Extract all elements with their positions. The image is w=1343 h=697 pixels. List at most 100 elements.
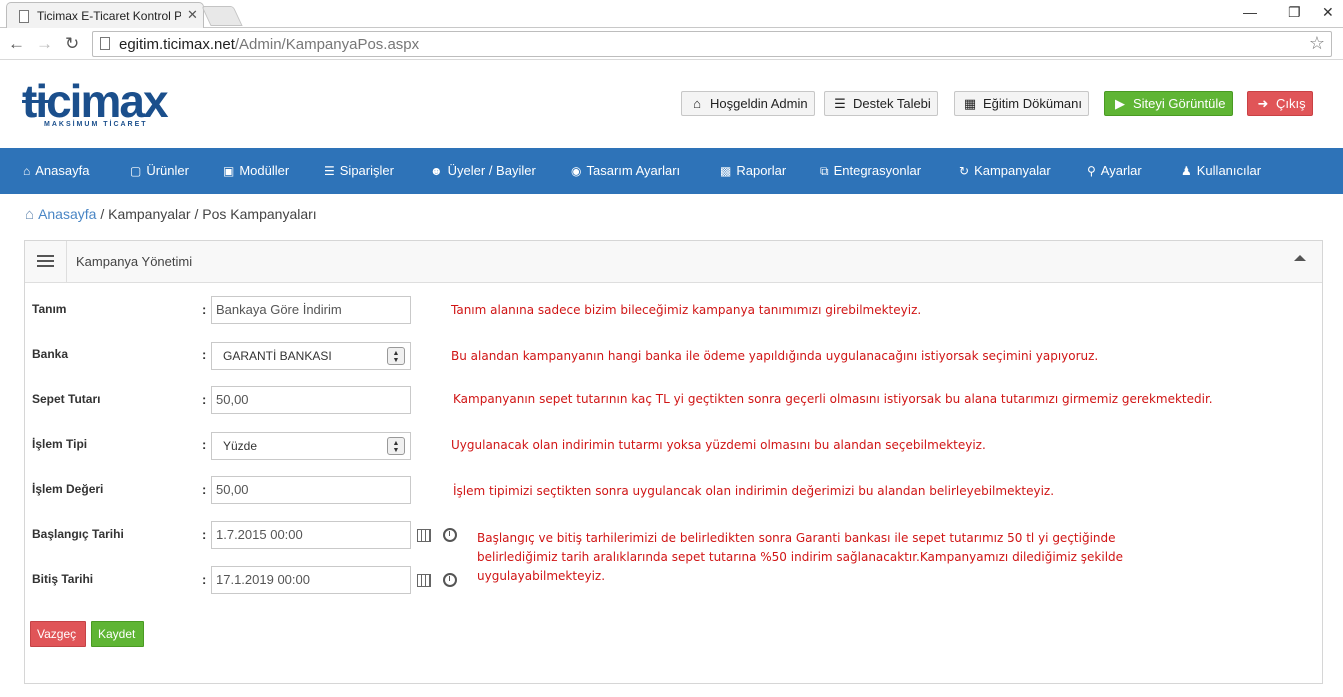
copy-icon: ⧉ bbox=[820, 164, 829, 178]
panel-title: Kampanya Yönetimi bbox=[76, 254, 193, 269]
user-icon: ♟ bbox=[1181, 164, 1192, 178]
close-window-icon[interactable]: ✕ bbox=[1322, 4, 1334, 21]
breadcrumb-separator: / bbox=[100, 206, 105, 222]
tanim-label: Tanım bbox=[32, 302, 67, 316]
minimize-icon[interactable]: — bbox=[1243, 4, 1257, 20]
nav-item-raporlar[interactable]: ▩ Raporlar bbox=[720, 163, 786, 178]
nav-item-anasayfa[interactable]: ⌂ Anasayfa bbox=[23, 163, 89, 178]
breadcrumb-separator: / bbox=[194, 206, 199, 222]
nav-item-siparisler[interactable]: ☰ Siparişler bbox=[324, 163, 394, 178]
logout-button[interactable]: ➜ Çıkış bbox=[1247, 91, 1313, 116]
reload-icon[interactable]: ↻ bbox=[65, 34, 79, 54]
nav-item-tasarim[interactable]: ◉ Tasarım Ayarları bbox=[571, 163, 680, 178]
site-header: ticimax MAKSİMUM TİCARET ⌂ Hoşgeldin Admi… bbox=[0, 61, 1343, 148]
breadcrumb: ⌂ Anasayfa / Kampanyalar / Pos Kampanyala… bbox=[25, 206, 317, 223]
stack-icon: ☰ bbox=[834, 96, 846, 111]
nav-item-entegrasyonlar[interactable]: ⧉ Entegrasyonlar bbox=[820, 163, 921, 179]
colon: : bbox=[202, 482, 207, 497]
clock-icon[interactable] bbox=[443, 573, 457, 587]
colon: : bbox=[202, 572, 207, 587]
clock-icon[interactable] bbox=[443, 528, 457, 542]
islem-degeri-input[interactable]: 50,00 bbox=[211, 476, 411, 504]
restore-icon[interactable]: ❐ bbox=[1288, 4, 1301, 21]
refresh-icon: ↻ bbox=[959, 164, 970, 178]
colon: : bbox=[202, 347, 207, 362]
play-circle-icon: ▶ bbox=[1115, 96, 1125, 111]
logo[interactable]: ticimax MAKSİMUM TİCARET bbox=[22, 78, 169, 128]
select-arrows-icon: ▲ ▼ bbox=[387, 437, 405, 455]
books-icon: ▦ bbox=[963, 96, 977, 111]
sepet-note: Kampanyanın sepet tutarının kaç TL yi ge… bbox=[453, 392, 1213, 406]
islem-tipi-select-value: Yüzde bbox=[223, 439, 258, 453]
home-icon: ⌂ bbox=[23, 164, 31, 178]
users-icon: ☻ bbox=[430, 164, 443, 178]
url-input[interactable]: egitim.ticimax.net/Admin/KampanyaPos.asp… bbox=[92, 31, 1332, 57]
campaign-panel: Kampanya Yönetimi Tanım : Bankaya Göre İ… bbox=[24, 240, 1323, 684]
breadcrumb-home-link[interactable]: Anasayfa bbox=[38, 206, 96, 222]
islem-degeri-note: İşlem tipimizi seçtikten sonra uygulanca… bbox=[453, 484, 1055, 498]
box-icon: ▣ bbox=[223, 164, 235, 178]
nav-item-urunler[interactable]: ▢ Ürünler bbox=[130, 163, 189, 178]
nav-item-ayarlar[interactable]: ⚲ Ayarlar bbox=[1087, 163, 1142, 178]
page-icon bbox=[19, 10, 29, 23]
list-icon: ☰ bbox=[324, 164, 335, 178]
breadcrumb-section: Kampanyalar bbox=[108, 206, 191, 222]
nav-item-kampanyalar[interactable]: ↻ Kampanyalar bbox=[959, 163, 1051, 178]
logout-icon: ➜ bbox=[1257, 96, 1269, 111]
page-icon bbox=[100, 37, 110, 50]
banka-select[interactable]: GARANTİ BANKASI ▲ ▼ bbox=[211, 342, 411, 370]
chart-icon: ▩ bbox=[720, 164, 732, 178]
forward-icon[interactable]: → bbox=[36, 34, 53, 54]
baslangic-input[interactable]: 1.7.2015 00:00 bbox=[211, 521, 411, 549]
logo-swoosh bbox=[22, 100, 52, 103]
sepet-input[interactable]: 50,00 bbox=[211, 386, 411, 414]
browser-tab[interactable]: Ticimax E-Ticaret Kontrol P ✕ bbox=[6, 2, 204, 29]
url-host: egitim.ticimax.net bbox=[119, 36, 235, 53]
select-arrows-icon: ▲ ▼ bbox=[387, 347, 405, 365]
key-icon: ⚲ bbox=[1087, 164, 1096, 178]
menu-icon[interactable] bbox=[25, 241, 67, 282]
star-icon[interactable]: ☆ bbox=[1309, 33, 1325, 54]
view-site-button[interactable]: ▶ Siteyi Görüntüle bbox=[1104, 91, 1233, 116]
colon: : bbox=[202, 437, 207, 452]
islem-tipi-label: İşlem Tipi bbox=[32, 437, 88, 451]
palette-icon: ◉ bbox=[571, 164, 582, 178]
nav-item-uyeler[interactable]: ☻ Üyeler / Bayiler bbox=[430, 163, 536, 178]
islem-degeri-label: İşlem Değeri bbox=[32, 482, 104, 496]
save-button[interactable]: Kaydet bbox=[91, 621, 144, 647]
main-nav: ⌂ Anasayfa ▢ Ürünler ▣ Modüller ☰ Siparişler… bbox=[0, 148, 1343, 194]
tarih-note-line-1: Başlangıç ve bitiş tarhilerimizi de beli… bbox=[477, 531, 1116, 545]
colon: : bbox=[202, 392, 207, 407]
url-path: /Admin/KampanyaPos.aspx bbox=[234, 36, 420, 53]
home-icon: ⌂ bbox=[25, 206, 35, 223]
tanim-input[interactable]: Bankaya Göre İndirim bbox=[211, 296, 411, 324]
calendar-icon[interactable] bbox=[417, 529, 431, 542]
bitis-label: Bitiş Tarihi bbox=[32, 572, 94, 586]
nav-item-kullanicilar[interactable]: ♟ Kullanıcılar bbox=[1181, 163, 1261, 178]
colon: : bbox=[202, 527, 207, 542]
welcome-button[interactable]: ⌂ Hoşgeldin Admin bbox=[681, 91, 815, 116]
calendar-icon[interactable] bbox=[417, 574, 431, 587]
new-tab-button[interactable] bbox=[201, 6, 243, 26]
banka-label: Banka bbox=[32, 347, 69, 361]
cancel-button[interactable]: Vazgeç bbox=[30, 621, 86, 647]
folder-icon: ▢ bbox=[130, 164, 142, 178]
tarih-note-line-2: belirlediğimiz tarih aralıklarında sepet… bbox=[477, 550, 1124, 564]
back-icon[interactable]: ← bbox=[8, 34, 25, 54]
banka-select-value: GARANTİ BANKASI bbox=[223, 349, 332, 363]
breadcrumb-current: Pos Kampanyaları bbox=[202, 206, 317, 222]
close-icon[interactable]: ✕ bbox=[187, 7, 198, 23]
islem-tipi-note: Uygulanacak olan indirimin tutarmı yoksa… bbox=[451, 438, 986, 452]
collapse-icon[interactable] bbox=[1294, 255, 1306, 261]
bitis-input[interactable]: 17.1.2019 00:00 bbox=[211, 566, 411, 594]
support-button[interactable]: ☰ Destek Talebi bbox=[824, 91, 938, 116]
colon: : bbox=[202, 302, 207, 317]
nav-item-moduller[interactable]: ▣ Modüller bbox=[223, 163, 289, 178]
docs-button[interactable]: ▦ Eğitim Dökümanı bbox=[954, 91, 1089, 116]
address-bar: ← → ↻ egitim.ticimax.net/Admin/KampanyaP… bbox=[0, 28, 1343, 60]
tab-title: Ticimax E-Ticaret Kontrol P bbox=[37, 9, 181, 23]
islem-tipi-select[interactable]: Yüzde ▲ ▼ bbox=[211, 432, 411, 460]
browser-tabbar: Ticimax E-Ticaret Kontrol P ✕ — ❐ ✕ bbox=[0, 0, 1343, 29]
baslangic-label: Başlangıç Tarihi bbox=[32, 527, 124, 541]
tanim-note: Tanım alanına sadece bizim bileceğimiz k… bbox=[451, 303, 922, 317]
